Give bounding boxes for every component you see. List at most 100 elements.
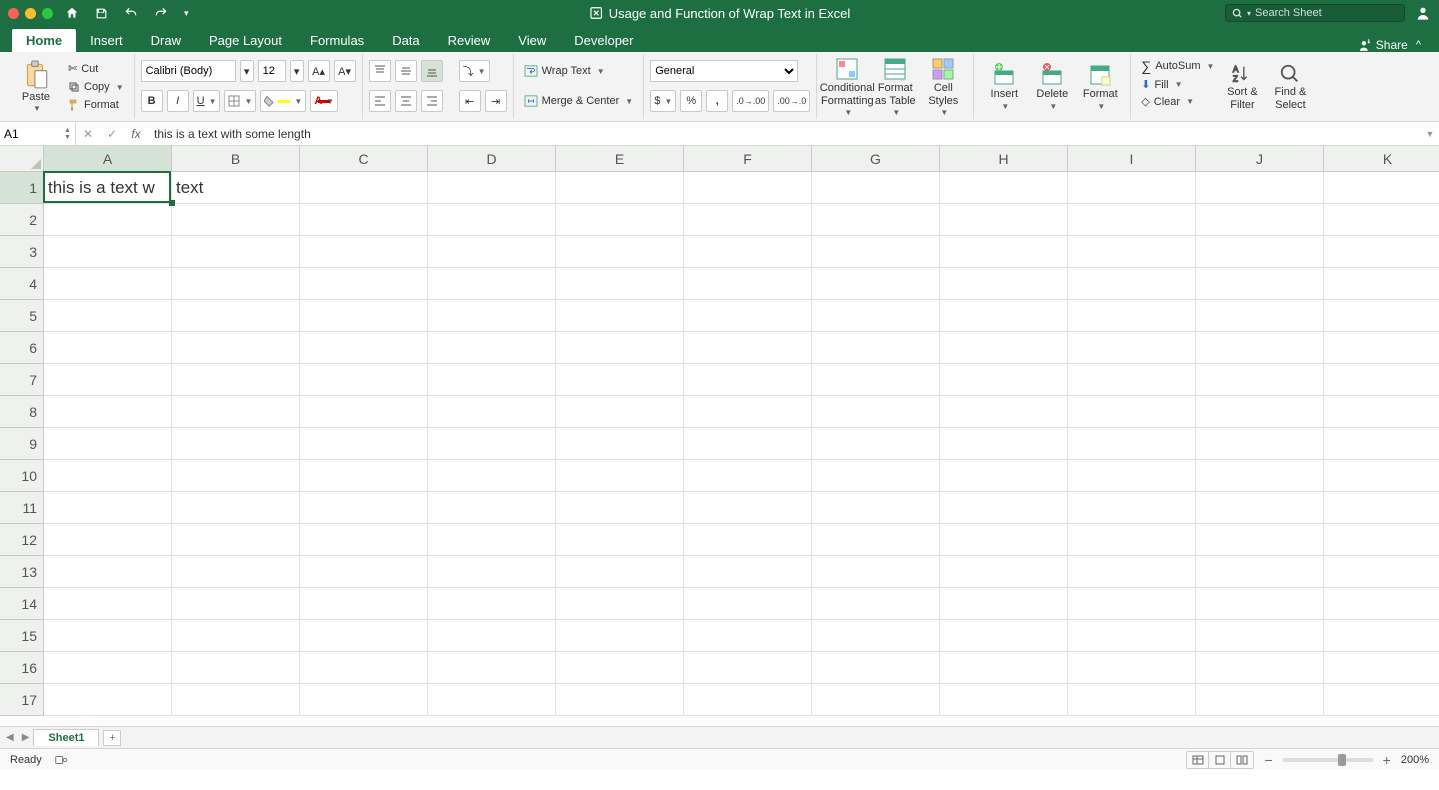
- cell-A9[interactable]: [44, 428, 172, 460]
- cell-J8[interactable]: [1196, 396, 1324, 428]
- cell-I14[interactable]: [1068, 588, 1196, 620]
- increase-decimal-button[interactable]: .0→.00: [732, 90, 769, 112]
- cell-G9[interactable]: [812, 428, 940, 460]
- cell-A5[interactable]: [44, 300, 172, 332]
- decrease-decimal-button[interactable]: .00→.0: [773, 90, 810, 112]
- cell-D9[interactable]: [428, 428, 556, 460]
- cell-D13[interactable]: [428, 556, 556, 588]
- cell-D16[interactable]: [428, 652, 556, 684]
- cell-A3[interactable]: [44, 236, 172, 268]
- find-select-button[interactable]: Find & Select: [1266, 56, 1314, 118]
- cell-C16[interactable]: [300, 652, 428, 684]
- cell-C12[interactable]: [300, 524, 428, 556]
- underline-button[interactable]: U▼: [193, 90, 221, 112]
- cell-styles-button[interactable]: Cell Styles▼: [919, 56, 967, 118]
- cell-F6[interactable]: [684, 332, 812, 364]
- fx-icon[interactable]: fx: [124, 127, 148, 141]
- cell-A16[interactable]: [44, 652, 172, 684]
- font-size-dd[interactable]: ▾: [290, 60, 304, 82]
- cell-I13[interactable]: [1068, 556, 1196, 588]
- italic-button[interactable]: I: [167, 90, 189, 112]
- number-format-select[interactable]: General: [650, 60, 798, 82]
- delete-cells-button[interactable]: Delete▼: [1028, 56, 1076, 118]
- col-header-C[interactable]: C: [300, 146, 428, 172]
- cell-F13[interactable]: [684, 556, 812, 588]
- wrap-text-button[interactable]: Wrap Text▼: [520, 63, 609, 79]
- cell-J12[interactable]: [1196, 524, 1324, 556]
- merge-center-button[interactable]: Merge & Center▼: [520, 93, 638, 109]
- cell-F12[interactable]: [684, 524, 812, 556]
- cell-J6[interactable]: [1196, 332, 1324, 364]
- add-sheet-button[interactable]: +: [103, 730, 121, 746]
- cell-D15[interactable]: [428, 620, 556, 652]
- cell-C13[interactable]: [300, 556, 428, 588]
- fill-color-button[interactable]: ▼: [260, 90, 306, 112]
- cell-J10[interactable]: [1196, 460, 1324, 492]
- insert-cells-button[interactable]: Insert▼: [980, 56, 1028, 118]
- cell-B6[interactable]: [172, 332, 300, 364]
- zoom-level[interactable]: 200%: [1401, 754, 1429, 766]
- close-window-button[interactable]: [8, 8, 19, 19]
- cell-J5[interactable]: [1196, 300, 1324, 332]
- row-header-6[interactable]: 6: [0, 332, 44, 364]
- cell-J7[interactable]: [1196, 364, 1324, 396]
- cell-G12[interactable]: [812, 524, 940, 556]
- format-cells-button[interactable]: Format▼: [1076, 56, 1124, 118]
- formula-input[interactable]: this is a text with some length: [148, 127, 1421, 141]
- col-header-H[interactable]: H: [940, 146, 1068, 172]
- col-header-F[interactable]: F: [684, 146, 812, 172]
- cell-I3[interactable]: [1068, 236, 1196, 268]
- cell-I6[interactable]: [1068, 332, 1196, 364]
- cell-A4[interactable]: [44, 268, 172, 300]
- cell-H6[interactable]: [940, 332, 1068, 364]
- cell-C4[interactable]: [300, 268, 428, 300]
- cell-G2[interactable]: [812, 204, 940, 236]
- collapse-ribbon-icon[interactable]: ^: [1416, 39, 1421, 51]
- cell-C14[interactable]: [300, 588, 428, 620]
- row-header-8[interactable]: 8: [0, 396, 44, 428]
- align-top-button[interactable]: [369, 60, 391, 82]
- autosum-button[interactable]: ∑AutoSum▼: [1137, 56, 1218, 76]
- cell-H16[interactable]: [940, 652, 1068, 684]
- cell-E10[interactable]: [556, 460, 684, 492]
- cell-B11[interactable]: [172, 492, 300, 524]
- cell-I4[interactable]: [1068, 268, 1196, 300]
- cell-G10[interactable]: [812, 460, 940, 492]
- tab-view[interactable]: View: [504, 29, 560, 52]
- cell-H14[interactable]: [940, 588, 1068, 620]
- align-middle-button[interactable]: [395, 60, 417, 82]
- row-header-15[interactable]: 15: [0, 620, 44, 652]
- cell-K11[interactable]: [1324, 492, 1439, 524]
- cell-G7[interactable]: [812, 364, 940, 396]
- cell-G14[interactable]: [812, 588, 940, 620]
- font-name-dd[interactable]: ▾: [240, 60, 254, 82]
- row-header-12[interactable]: 12: [0, 524, 44, 556]
- cell-J17[interactable]: [1196, 684, 1324, 716]
- comma-button[interactable]: ,: [706, 90, 728, 112]
- cell-G13[interactable]: [812, 556, 940, 588]
- align-left-button[interactable]: [369, 90, 391, 112]
- qat-more-icon[interactable]: ▾: [184, 8, 189, 19]
- cell-F14[interactable]: [684, 588, 812, 620]
- cell-K5[interactable]: [1324, 300, 1439, 332]
- view-page-break-button[interactable]: [1231, 752, 1253, 768]
- user-icon[interactable]: [1415, 5, 1431, 21]
- cell-C15[interactable]: [300, 620, 428, 652]
- cell-I9[interactable]: [1068, 428, 1196, 460]
- tab-data[interactable]: Data: [378, 29, 433, 52]
- cell-K10[interactable]: [1324, 460, 1439, 492]
- cell-J15[interactable]: [1196, 620, 1324, 652]
- cell-K12[interactable]: [1324, 524, 1439, 556]
- cell-B16[interactable]: [172, 652, 300, 684]
- cell-F10[interactable]: [684, 460, 812, 492]
- share-button[interactable]: Share: [1359, 38, 1408, 52]
- expand-formula-icon[interactable]: ▼: [1421, 129, 1439, 139]
- row-header-7[interactable]: 7: [0, 364, 44, 396]
- cell-E12[interactable]: [556, 524, 684, 556]
- cell-A13[interactable]: [44, 556, 172, 588]
- cell-B8[interactable]: [172, 396, 300, 428]
- cell-K2[interactable]: [1324, 204, 1439, 236]
- cell-G5[interactable]: [812, 300, 940, 332]
- cell-I1[interactable]: [1068, 172, 1196, 204]
- cell-E7[interactable]: [556, 364, 684, 396]
